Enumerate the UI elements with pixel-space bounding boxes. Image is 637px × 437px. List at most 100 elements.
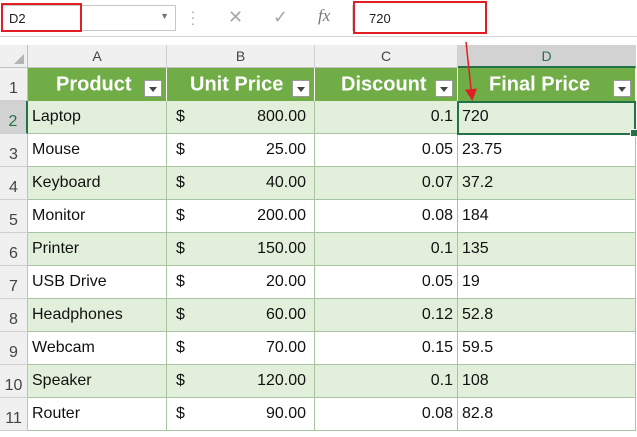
insert-function-icon[interactable]: fx <box>318 6 330 26</box>
cell-value: 0.1 <box>430 240 453 257</box>
row-header-2[interactable]: 2 <box>0 101 28 134</box>
table-header-unit-price[interactable]: Unit Price <box>167 68 315 101</box>
select-all-corner[interactable] <box>0 45 28 68</box>
cell-unit-price[interactable]: $120.00 <box>167 365 315 398</box>
cell-value: USB Drive <box>32 273 107 290</box>
cell-discount[interactable]: 0.15 <box>315 332 458 365</box>
cell-value: 19 <box>462 273 480 290</box>
currency-symbol: $ <box>176 207 185 224</box>
cell-unit-price[interactable]: $200.00 <box>167 200 315 233</box>
formula-bar: D2 ▼ · · · ✕ ✓ fx 720 <box>0 0 637 37</box>
cell-unit-price[interactable]: $25.00 <box>167 134 315 167</box>
cell-value: Printer <box>32 240 80 257</box>
column-header-b[interactable]: B <box>167 45 315 68</box>
cell-value: Headphones <box>32 306 123 323</box>
cell-unit-price[interactable]: $800.00 <box>167 101 315 134</box>
cell-final-price[interactable]: 59.5 <box>458 332 636 365</box>
cell-value: 82.8 <box>462 405 494 422</box>
cell-value: 800.00 <box>257 108 306 125</box>
cancel-icon[interactable]: ✕ <box>228 7 243 28</box>
cell-value: 720 <box>462 108 489 125</box>
table-header-discount[interactable]: Discount <box>315 68 458 101</box>
filter-dropdown-icon[interactable] <box>613 80 631 97</box>
row-header-7[interactable]: 7 <box>0 266 28 299</box>
cell-value: Speaker <box>32 372 92 389</box>
cell-discount[interactable]: 0.05 <box>315 134 458 167</box>
cell-unit-price[interactable]: $90.00 <box>167 398 315 431</box>
currency-symbol: $ <box>176 240 185 257</box>
cell-discount[interactable]: 0.12 <box>315 299 458 332</box>
cell-product[interactable]: Printer <box>28 233 167 266</box>
cell-product[interactable]: Headphones <box>28 299 167 332</box>
cell-product[interactable]: Keyboard <box>28 167 167 200</box>
cell-final-price[interactable]: 720 <box>458 101 636 134</box>
currency-symbol: $ <box>176 306 185 323</box>
filter-dropdown-icon[interactable] <box>435 80 453 97</box>
row-header-9[interactable]: 9 <box>0 332 28 365</box>
cell-unit-price[interactable]: $20.00 <box>167 266 315 299</box>
cell-value: 150.00 <box>257 240 306 257</box>
header-label: Unit Price <box>190 73 284 95</box>
row-header-11[interactable]: 11 <box>0 398 28 431</box>
cell-value: 0.08 <box>421 207 453 224</box>
currency-symbol: $ <box>176 273 185 290</box>
cell-discount[interactable]: 0.07 <box>315 167 458 200</box>
row-header-8[interactable]: 8 <box>0 299 28 332</box>
row-header-10[interactable]: 10 <box>0 365 28 398</box>
cell-final-price[interactable]: 184 <box>458 200 636 233</box>
filter-dropdown-icon[interactable] <box>144 80 162 97</box>
cell-discount[interactable]: 0.1 <box>315 233 458 266</box>
column-header-c[interactable]: C <box>315 45 458 68</box>
currency-symbol: $ <box>176 108 185 125</box>
filter-dropdown-icon[interactable] <box>292 80 310 97</box>
cell-product[interactable]: USB Drive <box>28 266 167 299</box>
cell-unit-price[interactable]: $70.00 <box>167 332 315 365</box>
cell-value: 0.1 <box>430 372 453 389</box>
cell-value: 0.12 <box>421 306 453 323</box>
cell-discount[interactable]: 0.08 <box>315 200 458 233</box>
cell-discount[interactable]: 0.08 <box>315 398 458 431</box>
table-header-final-price[interactable]: Final Price <box>458 68 636 101</box>
cell-product[interactable]: Mouse <box>28 134 167 167</box>
enter-icon[interactable]: ✓ <box>273 7 288 28</box>
cell-final-price[interactable]: 135 <box>458 233 636 266</box>
cell-final-price[interactable]: 19 <box>458 266 636 299</box>
cell-product[interactable]: Monitor <box>28 200 167 233</box>
cell-final-price[interactable]: 52.8 <box>458 299 636 332</box>
row-header-6[interactable]: 6 <box>0 233 28 266</box>
cell-value: 60.00 <box>265 306 306 323</box>
cell-product[interactable]: Laptop <box>28 101 167 134</box>
cell-unit-price[interactable]: $60.00 <box>167 299 315 332</box>
cell-discount[interactable]: 0.1 <box>315 365 458 398</box>
name-box-highlight <box>1 3 82 32</box>
cell-final-price[interactable]: 37.2 <box>458 167 636 200</box>
cell-value: 0.1 <box>430 108 453 125</box>
cell-unit-price[interactable]: $40.00 <box>167 167 315 200</box>
row-header-5[interactable]: 5 <box>0 200 28 233</box>
cell-product[interactable]: Router <box>28 398 167 431</box>
cell-value: 0.07 <box>421 174 453 191</box>
cell-product[interactable]: Webcam <box>28 332 167 365</box>
formula-highlight <box>353 1 487 34</box>
currency-symbol: $ <box>176 372 185 389</box>
cell-discount[interactable]: 0.05 <box>315 266 458 299</box>
cell-final-price[interactable]: 23.75 <box>458 134 636 167</box>
cell-final-price[interactable]: 108 <box>458 365 636 398</box>
cell-final-price[interactable]: 82.8 <box>458 398 636 431</box>
cell-unit-price[interactable]: $150.00 <box>167 233 315 266</box>
table-header-product[interactable]: Product <box>28 68 167 101</box>
column-header-d[interactable]: D <box>458 45 636 68</box>
cell-value: 70.00 <box>265 339 306 356</box>
chevron-down-icon[interactable]: ▼ <box>160 11 169 21</box>
drag-handle-icon[interactable]: · · · <box>190 4 196 30</box>
row-header-4[interactable]: 4 <box>0 167 28 200</box>
cell-product[interactable]: Speaker <box>28 365 167 398</box>
row-header-3[interactable]: 3 <box>0 134 28 167</box>
cell-value: 0.08 <box>421 405 453 422</box>
cell-discount[interactable]: 0.1 <box>315 101 458 134</box>
cell-value: 23.75 <box>462 141 503 158</box>
cell-value: 0.15 <box>421 339 453 356</box>
cell-value: 52.8 <box>462 306 494 323</box>
column-header-a[interactable]: A <box>28 45 167 68</box>
row-header-1[interactable]: 1 <box>0 68 28 101</box>
